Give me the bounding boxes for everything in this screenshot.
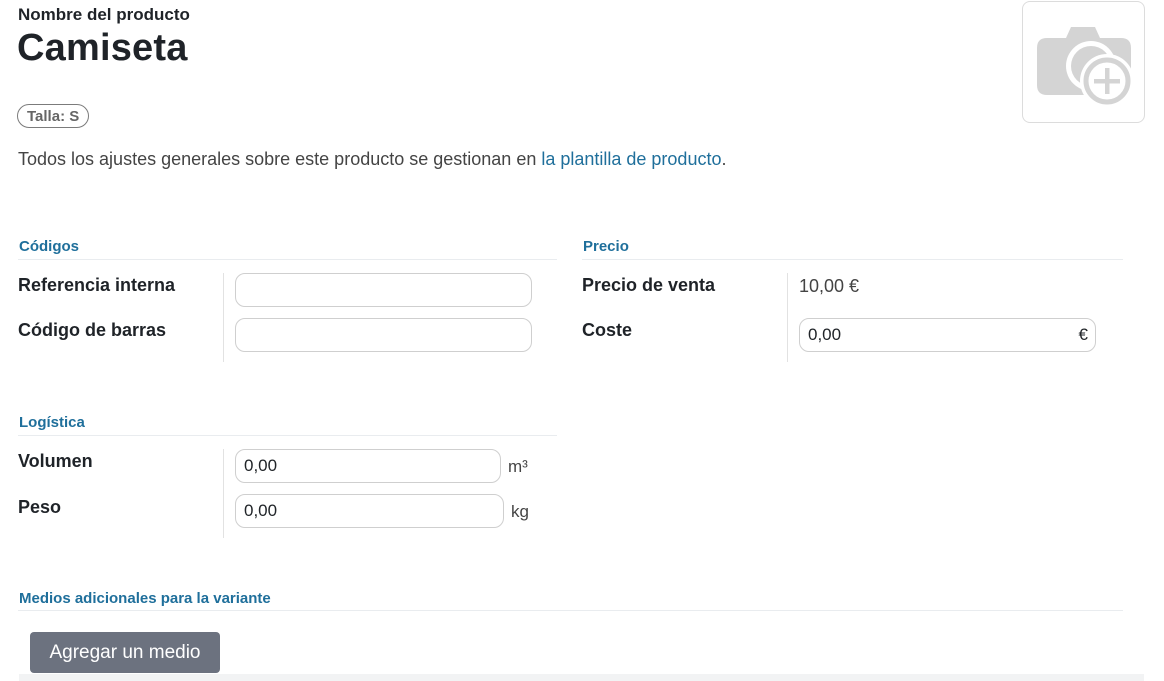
- internal-ref-input[interactable]: [235, 273, 532, 307]
- sale-price-label: Precio de venta: [582, 275, 716, 295]
- currency-symbol: €: [1078, 325, 1088, 344]
- section-media-title: Medios adicionales para la variante: [19, 590, 271, 607]
- volume-input[interactable]: 0,00: [235, 449, 501, 483]
- weight-label: Peso: [18, 497, 62, 517]
- camera-plus-icon: [1037, 27, 1134, 108]
- cost-value: 0,00: [808, 325, 842, 344]
- weight-input[interactable]: 0,00: [235, 494, 504, 528]
- internal-ref-label: Referencia interna: [18, 275, 176, 295]
- cost-input[interactable]: 0,00 €: [799, 318, 1096, 352]
- product-image-upload[interactable]: [1022, 1, 1145, 123]
- volume-unit: m³: [508, 457, 528, 476]
- section-precio-divider: [582, 259, 1123, 260]
- barcode-label: Código de barras: [18, 320, 167, 340]
- volume-label: Volumen: [18, 451, 93, 471]
- add-media-button[interactable]: Agregar un medio: [30, 632, 220, 673]
- section-media-divider: [18, 610, 1123, 611]
- product-name-label: Nombre del producto: [18, 5, 190, 24]
- sale-price-value: 10,00 €: [799, 276, 860, 296]
- section-codigos-title: Códigos: [19, 238, 79, 255]
- codigos-column-separator: [223, 273, 224, 362]
- logistica-column-separator: [223, 449, 224, 538]
- precio-column-separator: [787, 273, 788, 362]
- attribute-badge: Talla: S: [17, 104, 90, 128]
- note-suffix: .: [721, 149, 727, 169]
- media-area-strip: [19, 674, 1144, 681]
- cost-label: Coste: [582, 320, 633, 340]
- note-prefix: Todos los ajustes generales sobre este p…: [18, 149, 542, 169]
- product-title: Camiseta: [17, 27, 188, 69]
- barcode-input[interactable]: [235, 318, 532, 352]
- weight-unit: kg: [511, 502, 529, 521]
- section-logistica-divider: [18, 435, 557, 436]
- section-logistica-title: Logística: [19, 414, 85, 431]
- template-note: Todos los ajustes generales sobre este p…: [18, 149, 726, 170]
- product-template-link[interactable]: la plantilla de producto: [541, 149, 721, 169]
- section-codigos-divider: [18, 259, 557, 260]
- section-precio-title: Precio: [583, 238, 629, 255]
